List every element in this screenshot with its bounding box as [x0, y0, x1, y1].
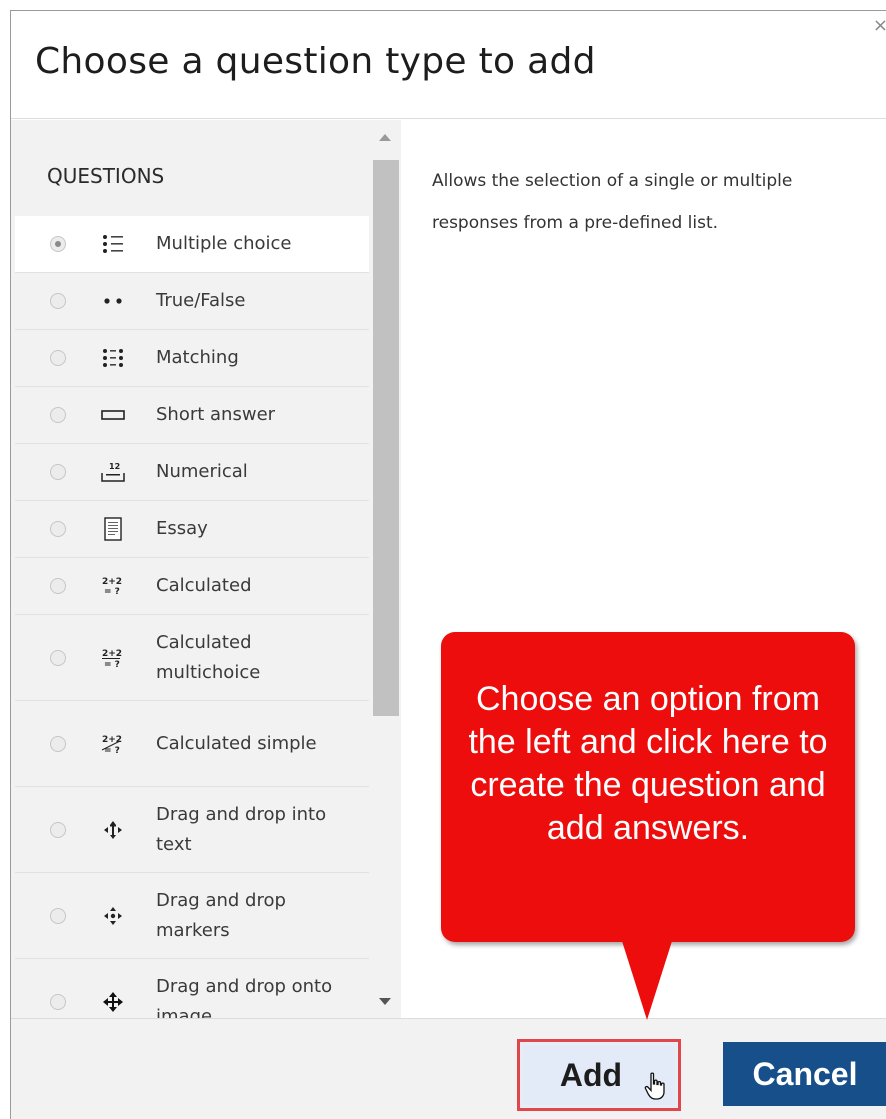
- cancel-button[interactable]: Cancel: [723, 1042, 886, 1106]
- callout-pointer: [621, 938, 673, 1020]
- drag-drop-text-icon: [99, 816, 127, 844]
- hand-pointer-icon: [644, 1072, 665, 1100]
- question-types-pane: QUESTIONS Multiple choice True/False Mat…: [11, 120, 401, 1018]
- question-type-label: Multiple choice: [156, 233, 292, 254]
- scrollbar-thumb[interactable]: [373, 160, 399, 716]
- question-type-list: Multiple choice True/False Matching Shor…: [15, 216, 369, 1018]
- matching-icon: [99, 344, 127, 372]
- true-false-icon: [99, 287, 127, 315]
- question-type-calculated-simple[interactable]: 2+2 = ? Calculated simple: [15, 701, 369, 787]
- question-type-calculated[interactable]: 2+2 = ? Calculated: [15, 558, 369, 615]
- essay-icon: [99, 515, 127, 543]
- svg-text:2+2: 2+2: [102, 649, 122, 659]
- svg-text:2+2: 2+2: [102, 577, 122, 587]
- question-type-label: True/False: [156, 290, 246, 311]
- radio-drag-drop-text[interactable]: [50, 821, 66, 838]
- question-type-drag-drop-markers[interactable]: Drag and drop markers: [15, 873, 369, 959]
- numerical-icon-text: 12: [109, 462, 120, 471]
- radio-short-answer[interactable]: [50, 407, 66, 423]
- question-type-label: Matching: [156, 347, 239, 368]
- question-type-label: Drag and drop into text: [156, 803, 327, 855]
- radio-true-false[interactable]: [50, 293, 66, 309]
- radio-numerical[interactable]: [50, 464, 66, 480]
- short-answer-icon: [99, 401, 127, 429]
- calculated-multichoice-icon: 2+2 = ?: [99, 644, 127, 672]
- add-button-label: Add: [559, 1056, 623, 1093]
- radio-calculated[interactable]: [50, 578, 66, 594]
- calculated-simple-icon: 2+2 = ?: [99, 730, 127, 758]
- numerical-icon: 12: [99, 458, 127, 486]
- question-type-numerical[interactable]: 12 Numerical: [15, 444, 369, 501]
- question-type-label: Numerical: [156, 461, 248, 482]
- question-type-essay[interactable]: Essay: [15, 501, 369, 558]
- question-type-multiple-choice[interactable]: Multiple choice: [15, 216, 369, 273]
- question-type-label: Calculated: [156, 575, 252, 596]
- question-type-short-answer[interactable]: Short answer: [15, 387, 369, 444]
- callout-text: Choose an option from the left and click…: [468, 680, 828, 847]
- question-type-label: Essay: [156, 518, 208, 539]
- radio-drag-drop-image[interactable]: [50, 993, 66, 1010]
- question-type-calculated-multichoice[interactable]: 2+2 = ? Calculated multichoice: [15, 615, 369, 701]
- question-chooser-dialog: × Choose a question type to add QUESTION…: [10, 10, 886, 1119]
- question-type-drag-drop-image[interactable]: Drag and drop onto image: [15, 959, 369, 1018]
- question-list-scrollbar[interactable]: [373, 120, 399, 1018]
- scroll-down-arrow-icon[interactable]: [379, 998, 391, 1005]
- drag-drop-image-icon: [99, 988, 127, 1016]
- svg-text:= ?: = ?: [104, 660, 120, 669]
- drag-drop-markers-icon: [99, 902, 127, 930]
- dialog-footer: Add Cancel: [11, 1018, 886, 1119]
- svg-text:2+2: 2+2: [102, 735, 122, 745]
- dialog-header: Choose a question type to add: [11, 11, 886, 119]
- question-type-matching[interactable]: Matching: [15, 330, 369, 387]
- question-type-label: Drag and drop onto image: [156, 975, 333, 1019]
- multiple-choice-icon: [99, 230, 127, 258]
- question-type-drag-drop-text[interactable]: Drag and drop into text: [15, 787, 369, 873]
- radio-calculated-simple[interactable]: [50, 735, 66, 752]
- radio-matching[interactable]: [50, 350, 66, 366]
- add-button[interactable]: Add: [517, 1039, 681, 1111]
- scroll-up-arrow-icon[interactable]: [379, 134, 391, 141]
- dialog-title: Choose a question type to add: [35, 41, 596, 82]
- question-type-label: Calculated multichoice: [156, 631, 261, 683]
- question-type-true-false[interactable]: True/False: [15, 273, 369, 330]
- calculated-icon: 2+2 = ?: [99, 572, 127, 600]
- radio-essay[interactable]: [50, 521, 66, 537]
- svg-text:= ?: = ?: [104, 746, 120, 755]
- question-type-label: Calculated simple: [156, 732, 317, 754]
- radio-multiple-choice[interactable]: [50, 236, 66, 252]
- radio-drag-drop-markers[interactable]: [50, 907, 66, 924]
- question-type-label: Short answer: [156, 404, 276, 425]
- instruction-callout: Choose an option from the left and click…: [441, 632, 855, 942]
- section-label-questions: QUESTIONS: [47, 164, 165, 188]
- radio-calculated-multichoice[interactable]: [50, 649, 66, 666]
- svg-text:= ?: = ?: [104, 587, 120, 597]
- question-type-description: Allows the selection of a single or mult…: [432, 171, 793, 233]
- question-type-label: Drag and drop markers: [156, 889, 286, 941]
